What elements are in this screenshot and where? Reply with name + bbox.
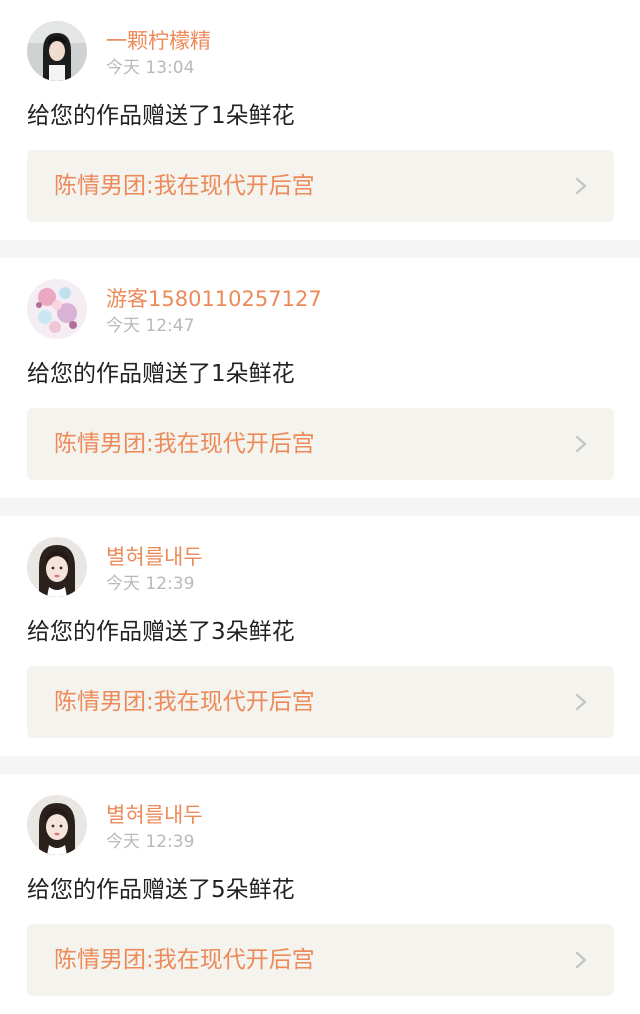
work-link[interactable]: 陈情男团:我在现代开后宫 (27, 924, 614, 996)
user-name[interactable]: 一颗柠檬精 (106, 29, 211, 53)
chevron-right-icon (575, 693, 587, 711)
chevron-right-icon (575, 177, 587, 195)
user-name[interactable]: 별혀를내두 (106, 803, 203, 827)
notification-card: 별혀를내두 今天 12:39 给您的作品赠送了5朵鲜花陈情男团:我在现代开后宫 (0, 774, 640, 1014)
notification-card: 一颗柠檬精今天 13:04 给您的作品赠送了1朵鲜花陈情男团:我在现代开后宫 (0, 0, 640, 240)
work-title: 陈情男团:我在现代开后宫 (54, 689, 315, 715)
timestamp: 今天 12:39 (106, 574, 195, 594)
gift-message: 给您的作品赠送了1朵鲜花 (27, 103, 295, 129)
work-link[interactable]: 陈情男团:我在现代开后宫 (27, 150, 614, 222)
work-title: 陈情男团:我在现代开后宫 (54, 173, 315, 199)
notification-card: 별혀를내두 今天 12:39 给您的作品赠送了3朵鲜花陈情男团:我在现代开后宫 (0, 516, 640, 756)
work-link[interactable]: 陈情男团:我在现代开后宫 (27, 408, 614, 480)
user-name[interactable]: 游客1580110257127 (106, 287, 322, 311)
gift-message: 给您的作品赠送了5朵鲜花 (27, 877, 295, 903)
feed-separator (0, 240, 640, 258)
user-avatar[interactable] (27, 21, 87, 81)
chevron-right-icon (575, 951, 587, 969)
work-title: 陈情男团:我在现代开后宫 (54, 431, 315, 457)
work-title: 陈情男团:我在现代开后宫 (54, 947, 315, 973)
user-name[interactable]: 별혀를내두 (106, 545, 203, 569)
timestamp: 今天 12:39 (106, 832, 195, 852)
notification-feed: 一颗柠檬精 今天 13:04 给您的作品赠送了1朵鲜花 陈情男团:我在现代开后宫 游客1… (0, 0, 640, 1014)
chevron-right-icon (575, 435, 587, 453)
feed-separator (0, 498, 640, 516)
work-link[interactable]: 陈情男团:我在现代开后宫 (27, 666, 614, 738)
user-avatar[interactable] (27, 537, 87, 597)
notification-card: 游客1580110257127 今天 12:47 给您的作品赠送了1朵鲜花陈情男团:… (0, 258, 640, 498)
gift-message: 给您的作品赠送了3朵鲜花 (27, 619, 295, 645)
gift-message: 给您的作品赠送了1朵鲜花 (27, 361, 295, 387)
timestamp: 今天 13:04 (106, 58, 195, 78)
user-avatar[interactable] (27, 795, 87, 855)
timestamp: 今天 12:47 (106, 316, 195, 336)
user-avatar[interactable] (27, 279, 87, 339)
feed-separator (0, 756, 640, 774)
